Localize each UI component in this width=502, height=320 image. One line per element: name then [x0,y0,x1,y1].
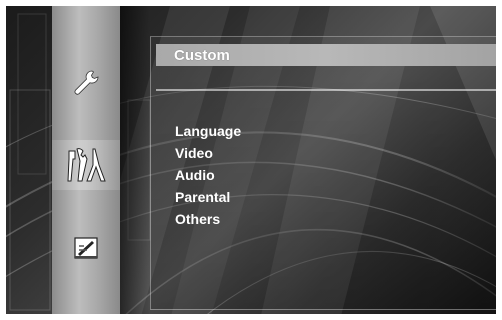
menu-item-language[interactable]: Language [175,120,241,142]
menu-item-audio[interactable]: Audio [175,164,241,186]
setup-menu-screen: Custom Language Video Audio Parental Oth… [0,0,502,320]
panel-title-bar: Custom [156,44,496,66]
menu-item-video[interactable]: Video [175,142,241,164]
document-icon [74,237,98,259]
wrench-icon [74,70,99,95]
tools-icon-button[interactable] [52,140,120,190]
panel-divider [156,89,502,91]
menu-item-parental[interactable]: Parental [175,186,241,208]
tools-icon [67,148,106,182]
side-menu-shadow [120,6,150,314]
panel-title: Custom [174,46,230,64]
settings-menu-list: Language Video Audio Parental Others [175,120,241,230]
menu-item-others[interactable]: Others [175,208,241,230]
document-icon-button[interactable] [52,222,120,272]
wrench-icon-button[interactable] [52,58,120,108]
